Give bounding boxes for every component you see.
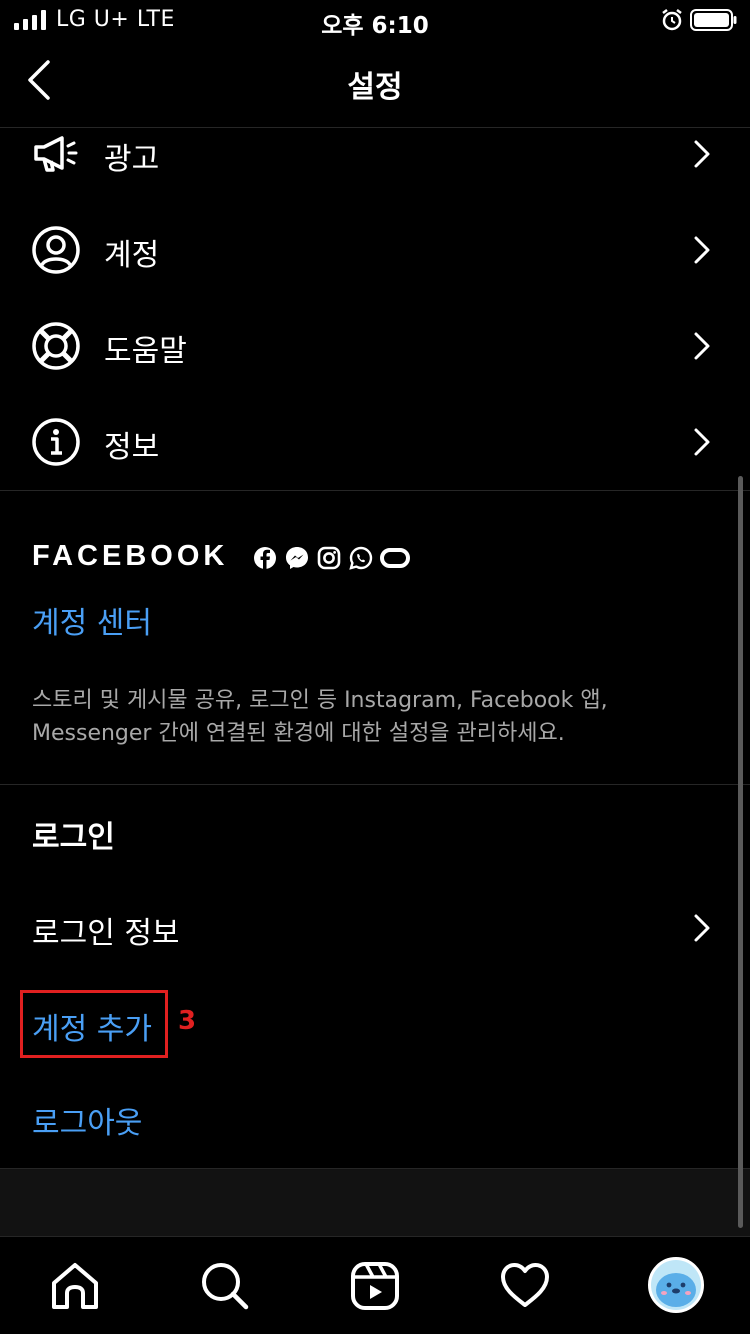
search-icon[interactable]: [198, 1259, 252, 1313]
menu-item-help[interactable]: 도움말: [0, 298, 750, 394]
instagram-icon: [317, 546, 341, 570]
whatsapp-icon: [349, 546, 373, 570]
section-divider: [0, 490, 750, 491]
accounts-center-link[interactable]: 계정 센터: [32, 598, 152, 642]
page-title: 설정: [347, 70, 403, 105]
list-footer-spacer: [0, 1168, 750, 1236]
menu-item-label: 정보: [104, 430, 160, 465]
step-number-annotation: 3: [178, 1006, 197, 1036]
menu-item-label: 도움말: [104, 334, 187, 369]
person-circle-icon: [32, 226, 80, 274]
megaphone-icon: [34, 136, 78, 172]
facebook-icon: [254, 547, 276, 569]
home-icon[interactable]: [48, 1259, 102, 1313]
menu-item-label: 광고: [104, 142, 160, 177]
chevron-right-icon: [694, 332, 710, 360]
logout-button[interactable]: 로그아웃: [32, 1098, 142, 1142]
alarm-icon: [662, 9, 682, 31]
facebook-apps-icons: [254, 546, 410, 570]
accounts-center-description: 스토리 및 게시물 공유, 로그인 등 Instagram, Facebook …: [32, 688, 608, 746]
chevron-right-icon: [694, 236, 710, 264]
menu-item-about[interactable]: 정보: [0, 394, 750, 490]
heart-icon[interactable]: [498, 1259, 552, 1313]
messenger-icon: [286, 547, 308, 569]
menu-item-account[interactable]: 계정: [0, 202, 750, 298]
facebook-brand-label: FACEBOOK: [32, 540, 229, 572]
chevron-right-icon: [694, 914, 710, 942]
chevron-right-icon: [694, 140, 710, 168]
lifebuoy-icon: [32, 322, 80, 370]
menu-item-label: 계정: [104, 238, 160, 273]
login-info-item[interactable]: 로그인 정보: [32, 908, 180, 952]
info-icon: [32, 418, 80, 466]
oculus-icon: [380, 548, 410, 568]
status-bar: LG U+ LTE 오후 6:10: [0, 0, 750, 40]
status-time: 오후 6:10: [321, 13, 429, 39]
add-account-button[interactable]: 계정 추가: [32, 1004, 152, 1048]
bottom-tab-bar: [0, 1236, 750, 1334]
reels-icon[interactable]: [348, 1259, 402, 1313]
chevron-right-icon: [694, 428, 710, 456]
section-divider: [0, 784, 750, 785]
login-section-title: 로그인: [32, 820, 115, 855]
battery-icon: [690, 9, 737, 31]
profile-avatar[interactable]: [648, 1257, 704, 1313]
avatar-character-image: [651, 1260, 701, 1310]
menu-item-ads[interactable]: 광고: [0, 106, 750, 202]
scrollbar[interactable]: [738, 476, 743, 1228]
